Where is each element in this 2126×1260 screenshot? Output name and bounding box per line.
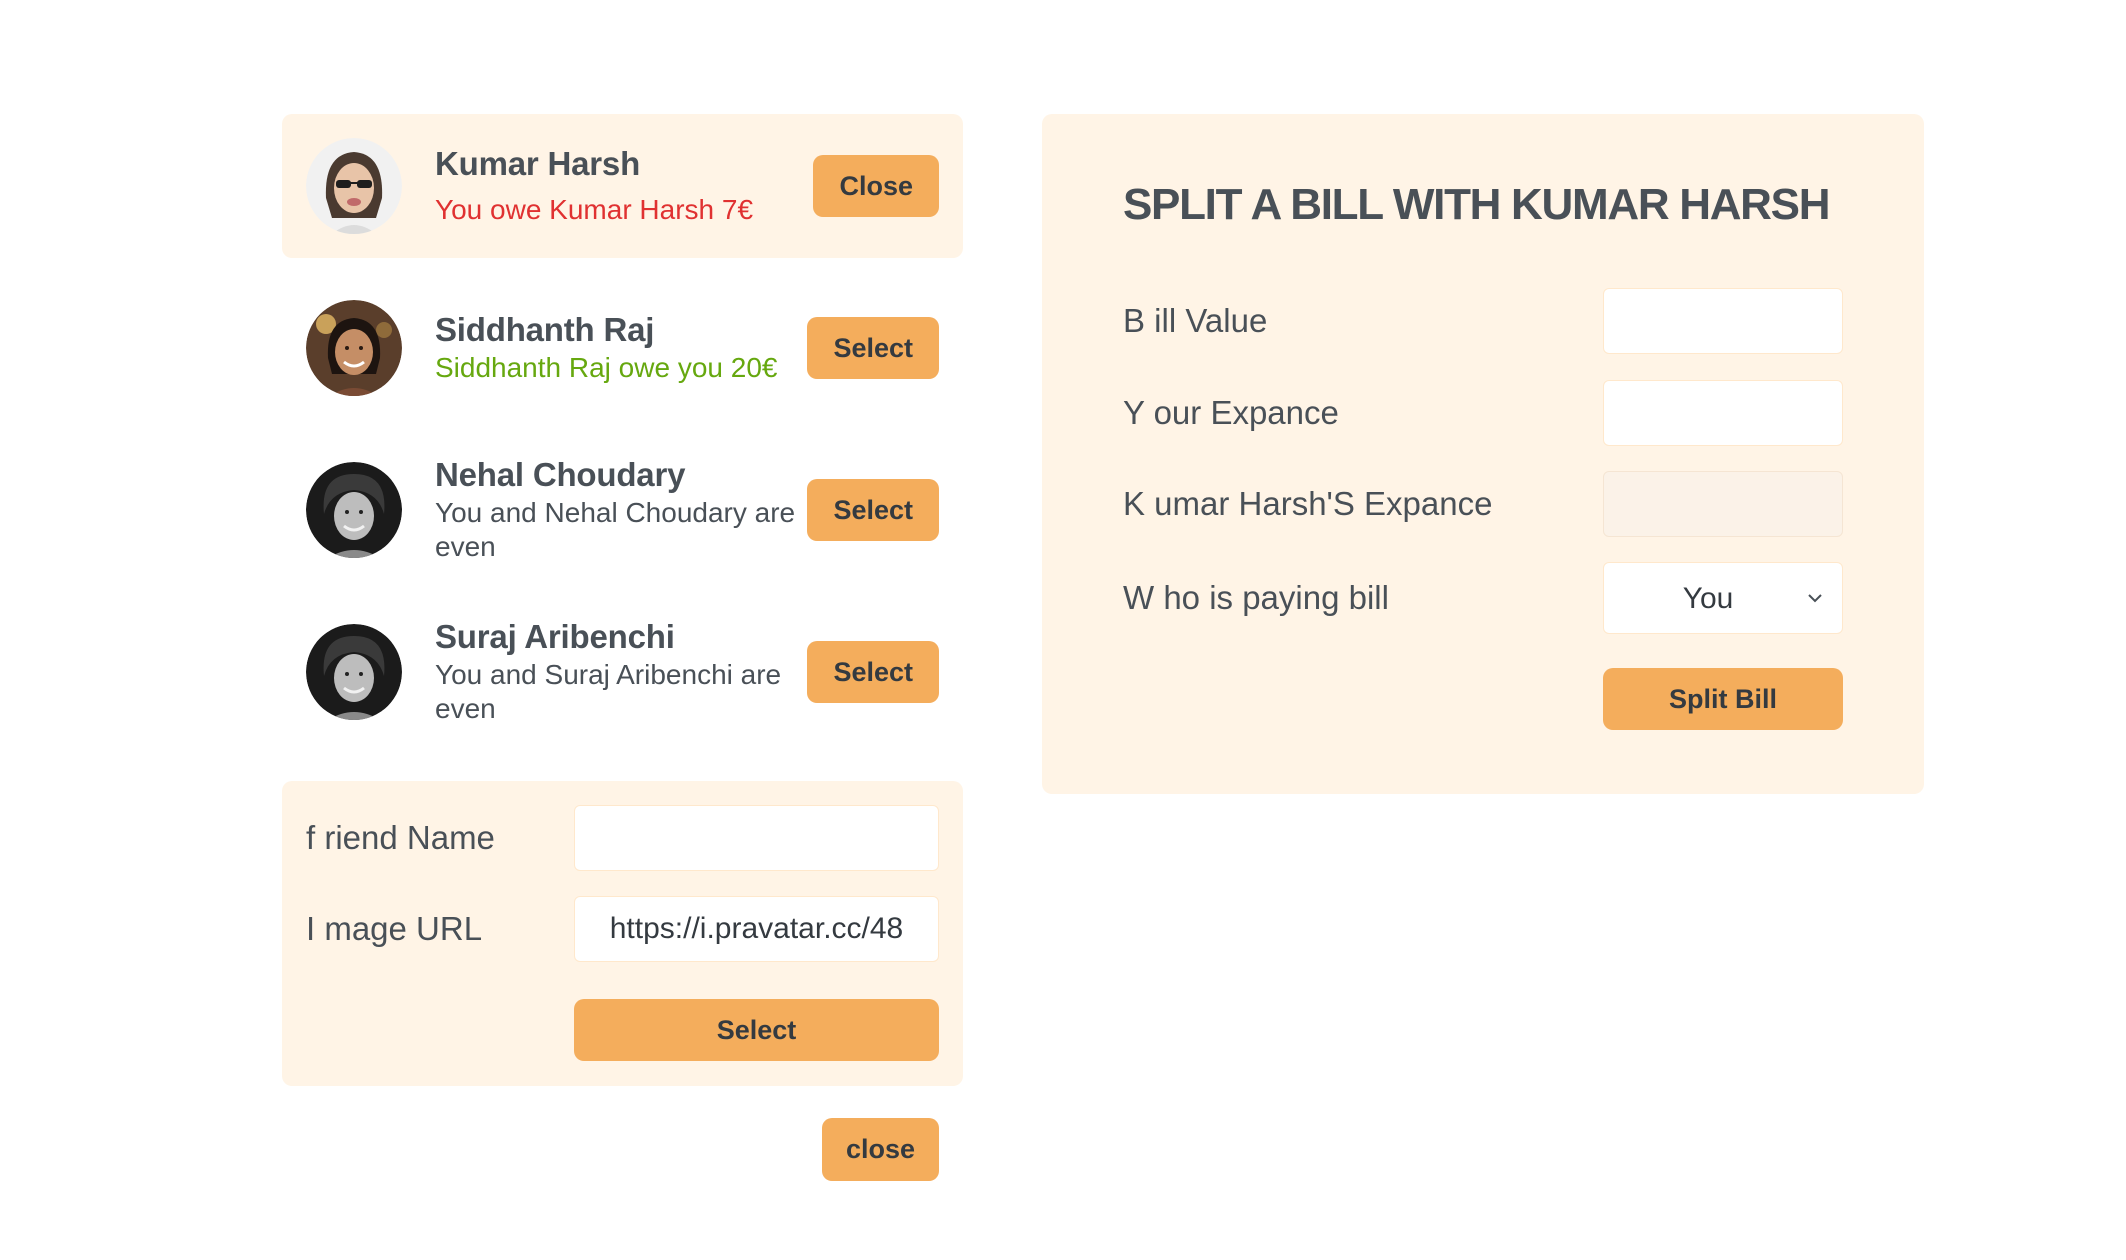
friend-info: Suraj Aribenchi You and Suraj Aribenchi … [435,618,807,726]
split-bill-form: SPLIT A BILL WITH KUMAR HARSH B ill Valu… [1042,114,1924,794]
friend-name: Nehal Choudary [435,456,686,493]
payer-label: W ho is paying bill [1123,579,1389,616]
select-friend-button[interactable]: Select [807,641,939,703]
split-bill-button[interactable]: Split Bill [1603,668,1843,730]
bill-value-input[interactable] [1603,288,1843,354]
friend-item-siddhanth-raj: Siddhanth Raj Siddhanth Raj owe you 20€ … [282,276,963,420]
friend-name-input[interactable] [574,805,939,871]
your-expense-input[interactable] [1603,380,1843,446]
chevron-down-icon [1808,594,1822,603]
friend-item-kumar-harsh: Kumar Harsh You owe Kumar Harsh 7€ Close [282,114,963,258]
image-url-input[interactable] [574,896,939,962]
add-friend-submit-button[interactable]: Select [574,999,939,1061]
avatar [306,624,402,720]
friend-expense-row: K umar Harsh'S Expance [1123,471,1843,537]
image-url-label: I mage URL [306,910,483,947]
friend-expense-label: K umar Harsh'S Expance [1123,485,1493,522]
payer-select[interactable]: You [1603,562,1843,634]
friend-item-suraj-aribenchi: Suraj Aribenchi You and Suraj Aribenchi … [282,600,963,744]
friend-balance: You owe Kumar Harsh 7€ [435,194,754,225]
friend-name: Siddhanth Raj [435,311,655,348]
add-friend-form: f riend Name I mage URL Select [282,781,963,1086]
avatar [306,138,402,234]
select-friend-button[interactable]: Select [807,317,939,379]
friend-info: Siddhanth Raj Siddhanth Raj owe you 20€ [435,311,807,385]
avatar [306,462,402,558]
payer-row: W ho is paying bill You [1123,562,1843,634]
friend-info: Nehal Choudary You and Nehal Choudary ar… [435,456,807,564]
your-expense-row: Y our Expance [1123,380,1843,446]
friend-item-nehal-choudary: Nehal Choudary You and Nehal Choudary ar… [282,438,963,582]
eat-n-split-app: Kumar Harsh You owe Kumar Harsh 7€ Close… [0,0,2126,1260]
bill-value-label: B ill Value [1123,302,1268,339]
avatar [306,300,402,396]
friend-balance: Siddhanth Raj owe you 20€ [435,352,778,383]
friend-name-row: f riend Name [306,805,939,871]
close-friend-button[interactable]: Close [813,155,939,217]
your-expense-label: Y our Expance [1123,394,1339,431]
close-add-friend-button[interactable]: close [822,1118,939,1181]
friend-name: Kumar Harsh [435,145,641,182]
payer-selected-value: You [1682,582,1734,615]
friends-list: Kumar Harsh You owe Kumar Harsh 7€ Close… [282,114,963,762]
friend-balance: You and Nehal Choudary are even [435,497,796,562]
select-friend-button[interactable]: Select [807,479,939,541]
image-url-row: I mage URL [306,896,939,962]
friend-name: Suraj Aribenchi [435,618,675,655]
friend-balance: You and Suraj Aribenchi are even [435,659,782,724]
friend-name-label: f riend Name [306,819,495,856]
friend-info: Kumar Harsh You owe Kumar Harsh 7€ [435,145,813,227]
bill-value-row: B ill Value [1123,288,1843,354]
friend-expense-input [1603,471,1843,537]
split-bill-title: SPLIT A BILL WITH KUMAR HARSH [1123,180,1830,229]
